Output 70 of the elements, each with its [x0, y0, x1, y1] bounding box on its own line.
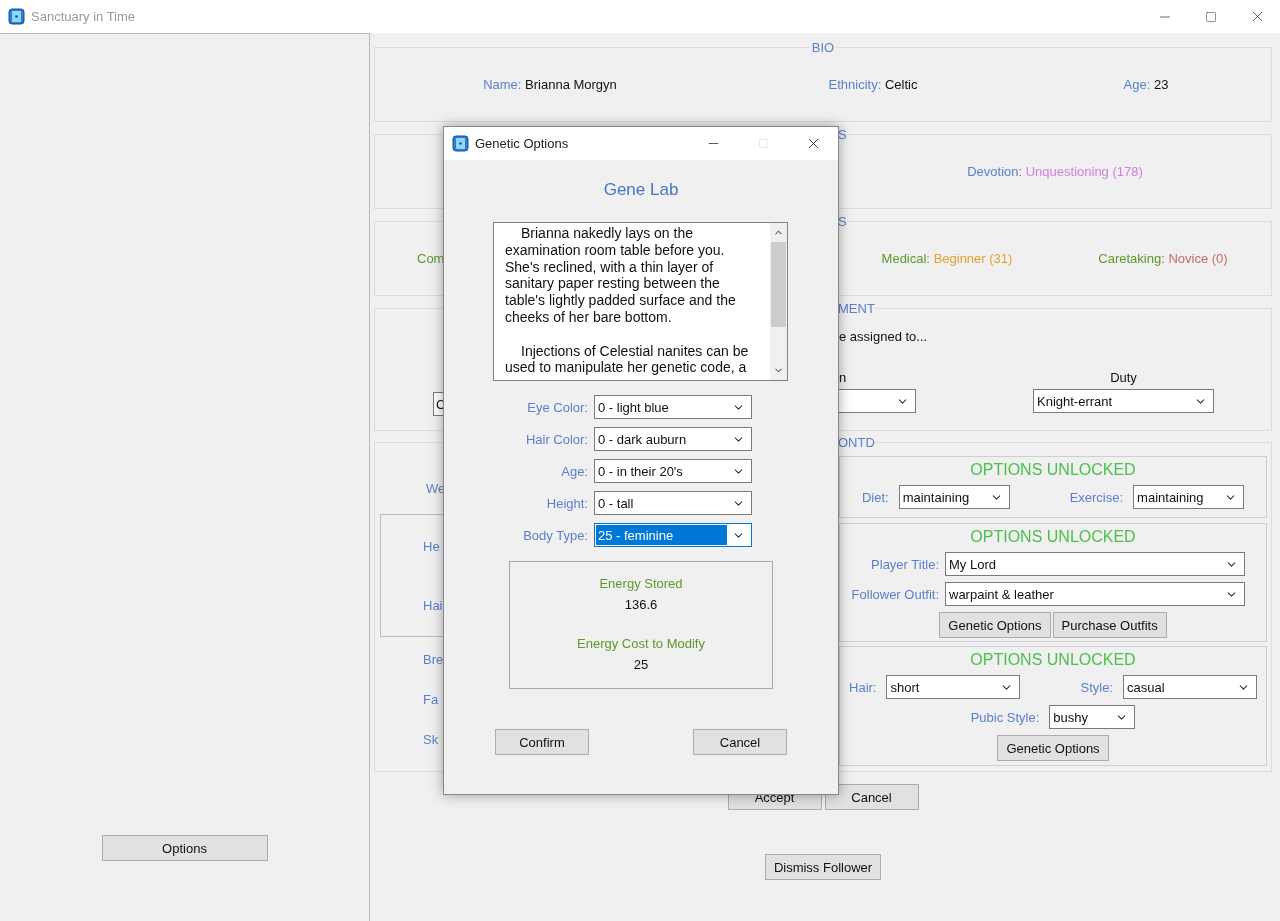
field-label: Hair: — [849, 679, 877, 695]
column-label: Duty — [1110, 370, 1137, 385]
options-button[interactable]: Options — [101, 835, 268, 861]
maximize-icon — [757, 138, 769, 149]
bio-field: Name: Brianna Morgyn — [483, 77, 617, 92]
dropdown[interactable]: 25 - feminine — [594, 523, 752, 547]
skill-field: Caretaking: Novice (0) — [1098, 251, 1228, 266]
scrollbar[interactable] — [770, 223, 787, 380]
panel-button[interactable]: Genetic Options — [997, 735, 1109, 761]
dropdown[interactable]: casual — [1123, 675, 1257, 699]
window-title: Sanctuary in Time — [31, 9, 136, 24]
dropdown[interactable]: 0 - dark auburn — [594, 427, 752, 451]
energy-label: Energy Cost to Modify — [577, 636, 705, 651]
dropdown[interactable]: warpaint & leather — [945, 582, 1245, 606]
field-label: Player Title: — [870, 556, 939, 572]
section-title: ONTD — [838, 435, 875, 450]
energy-label: Energy Stored — [599, 576, 683, 591]
panel-button[interactable]: Genetic Options — [939, 612, 1051, 638]
maximize-icon[interactable] — [1205, 10, 1217, 23]
field-label: Diet: — [861, 489, 889, 505]
dropdown[interactable]: short — [886, 675, 1021, 699]
skill-field: Medical: Beginner (31) — [881, 251, 1013, 266]
field-label: Bre — [423, 652, 444, 667]
skill-label: Com — [417, 251, 444, 266]
description-paragraph: Injections of Celestial nanites can be used to manipulate her genetic code, a — [505, 342, 750, 377]
field-label: Age: — [560, 463, 588, 479]
panel-heading: OPTIONS UNLOCKED — [970, 528, 1136, 546]
app-icon — [8, 8, 25, 25]
bio-field: Ethnicity: Celtic — [828, 77, 918, 92]
field-label: Follower Outfit: — [850, 586, 939, 602]
dropdown[interactable]: My Lord — [945, 552, 1245, 576]
app-icon — [452, 135, 469, 152]
field-label: Style: — [1080, 679, 1113, 695]
section-title: MENT — [838, 301, 875, 316]
energy-value: 25 — [633, 657, 649, 672]
dropdown[interactable]: 0 - tall — [594, 491, 752, 515]
field-label: Exercise: — [1069, 489, 1124, 505]
field-label: Height: — [545, 495, 588, 511]
description-paragraph: Brianna nakedly lays on the examination room table before you. She's reclined, with a thin layer of sanitary paper resting between the table's lightly padded surface and the cheeks of her bare bottom. — [505, 225, 737, 326]
panel-heading: OPTIONS UNLOCKED — [970, 461, 1136, 479]
description-box[interactable] — [493, 222, 788, 381]
section-title: BIO — [809, 40, 837, 55]
field-label: Body Type: — [522, 527, 588, 543]
dialog-heading: Gene Lab — [602, 180, 680, 200]
dropdown[interactable]: 0 - in their 20's — [594, 459, 752, 483]
action-button[interactable]: Cancel — [824, 784, 919, 810]
field-label: Fa — [423, 692, 440, 707]
field-label: He — [423, 539, 441, 554]
panel-button[interactable]: Purchase Outfits — [1052, 612, 1167, 638]
dropdown[interactable]: maintaining — [1133, 485, 1245, 509]
dropdown[interactable] — [839, 389, 916, 413]
dropdown[interactable]: 0 - light blue — [594, 395, 752, 419]
field-label: Pubic Style: — [970, 709, 1040, 725]
field-label: Sk — [423, 732, 440, 747]
assignment-prompt: e assigned to... — [839, 329, 929, 344]
field-label: Hai — [423, 598, 444, 613]
dropdown[interactable]: bushy — [1049, 705, 1136, 729]
dropdown[interactable]: maintaining — [898, 485, 1010, 509]
dialog-button[interactable]: Confirm — [495, 729, 589, 755]
dismiss-button[interactable]: Dismiss Follower — [764, 854, 882, 880]
dialog-title: Genetic Options — [475, 136, 569, 151]
field-label: Hair Color: — [524, 431, 588, 447]
field-label: Eye Color: — [526, 399, 588, 415]
bio-field: Age: 23 — [1123, 77, 1169, 92]
panel-heading: OPTIONS UNLOCKED — [970, 651, 1136, 669]
dialog-button[interactable]: Cancel — [693, 729, 787, 755]
dropdown[interactable]: Knight-errant — [1033, 389, 1214, 413]
stat-field: Devotion: Unquestioning (178) — [967, 164, 1143, 179]
column-label: n — [839, 370, 847, 385]
energy-value: 136.6 — [624, 597, 658, 612]
